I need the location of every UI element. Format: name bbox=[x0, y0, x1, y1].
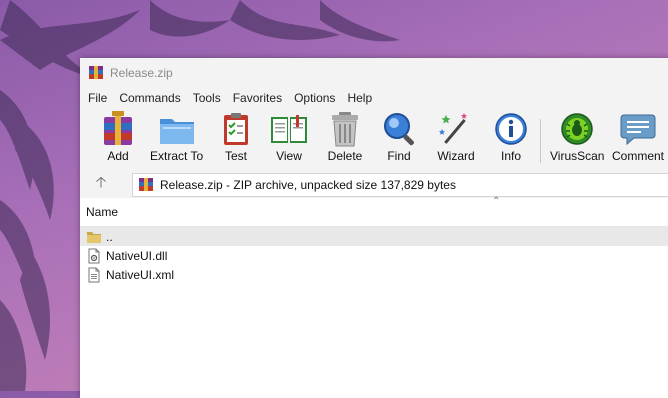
virusscan-label: VirusScan bbox=[550, 149, 605, 163]
column-header-row: Name ⌃ bbox=[80, 196, 668, 227]
extract-to-label: Extract To bbox=[150, 149, 204, 163]
info-button[interactable]: Info bbox=[491, 111, 531, 167]
menu-file[interactable]: File bbox=[82, 91, 113, 105]
view-label: View bbox=[276, 149, 302, 163]
add-archive-icon bbox=[104, 111, 132, 145]
list-item[interactable]: .. bbox=[80, 227, 668, 246]
view-book-icon bbox=[271, 115, 307, 143]
comment-label: Comment bbox=[612, 149, 665, 163]
virusscan-button[interactable]: VirusScan bbox=[550, 111, 604, 167]
extract-folder-icon bbox=[159, 119, 194, 144]
toolbar-separator bbox=[540, 119, 541, 163]
address-bar: 🡡 Release.zip - ZIP archive, unpacked si… bbox=[80, 170, 668, 198]
delete-button[interactable]: Delete bbox=[325, 111, 365, 167]
xml-file-icon bbox=[88, 267, 100, 282]
dll-file-icon bbox=[88, 248, 100, 263]
find-label: Find bbox=[387, 149, 411, 163]
title-bar[interactable]: Release.zip bbox=[80, 58, 668, 87]
magnifier-icon bbox=[384, 113, 414, 146]
test-button[interactable]: Test bbox=[216, 111, 256, 167]
virus-scan-icon bbox=[561, 113, 593, 145]
menu-options[interactable]: Options bbox=[288, 91, 341, 105]
toolbar: Add Extract To Test View Delete Find Wiz… bbox=[80, 109, 668, 170]
test-clipboard-icon bbox=[224, 113, 248, 145]
list-item[interactable]: NativeUI.xml bbox=[80, 265, 668, 284]
info-label: Info bbox=[500, 149, 521, 163]
menu-bar: File Commands Tools Favorites Options He… bbox=[80, 87, 668, 109]
window-title: Release.zip bbox=[110, 65, 173, 80]
add-label: Add bbox=[107, 149, 129, 163]
file-list: .. NativeUI.dll NativeUI.xml bbox=[80, 227, 668, 284]
winrar-window: Release.zip File Commands Tools Favorite… bbox=[80, 58, 668, 398]
menu-help[interactable]: Help bbox=[341, 91, 378, 105]
up-one-level-button[interactable]: 🡡 bbox=[88, 174, 114, 194]
delete-label: Delete bbox=[327, 149, 363, 163]
test-label: Test bbox=[224, 149, 247, 163]
wizard-label: Wizard bbox=[437, 149, 475, 163]
menu-commands[interactable]: Commands bbox=[113, 91, 186, 105]
find-button[interactable]: Find bbox=[379, 111, 419, 167]
winrar-app-icon bbox=[89, 65, 103, 79]
zip-archive-icon bbox=[139, 178, 153, 191]
column-header-name[interactable]: Name bbox=[86, 205, 118, 219]
info-icon bbox=[495, 113, 527, 145]
add-button[interactable]: Add bbox=[98, 111, 138, 167]
sort-ascending-icon: ⌃ bbox=[492, 196, 501, 207]
menu-tools[interactable]: Tools bbox=[187, 91, 227, 105]
extract-to-button[interactable]: Extract To bbox=[150, 111, 203, 167]
file-name: .. bbox=[106, 229, 113, 244]
view-button[interactable]: View bbox=[269, 111, 309, 167]
wizard-button[interactable]: Wizard bbox=[436, 111, 476, 167]
trash-icon bbox=[332, 112, 358, 147]
parent-folder-icon bbox=[87, 231, 101, 243]
file-name: NativeUI.dll bbox=[106, 248, 168, 263]
menu-favorites[interactable]: Favorites bbox=[227, 91, 288, 105]
archive-path-text: Release.zip - ZIP archive, unpacked size… bbox=[160, 178, 456, 192]
file-name: NativeUI.xml bbox=[106, 267, 175, 282]
comment-button[interactable]: Comment bbox=[612, 111, 664, 167]
archive-path-field[interactable]: Release.zip - ZIP archive, unpacked size… bbox=[132, 173, 668, 197]
comment-icon bbox=[620, 114, 656, 146]
magic-wand-icon bbox=[439, 113, 467, 144]
arrow-up-icon: 🡡 bbox=[95, 173, 107, 191]
list-item[interactable]: NativeUI.dll bbox=[80, 246, 668, 265]
